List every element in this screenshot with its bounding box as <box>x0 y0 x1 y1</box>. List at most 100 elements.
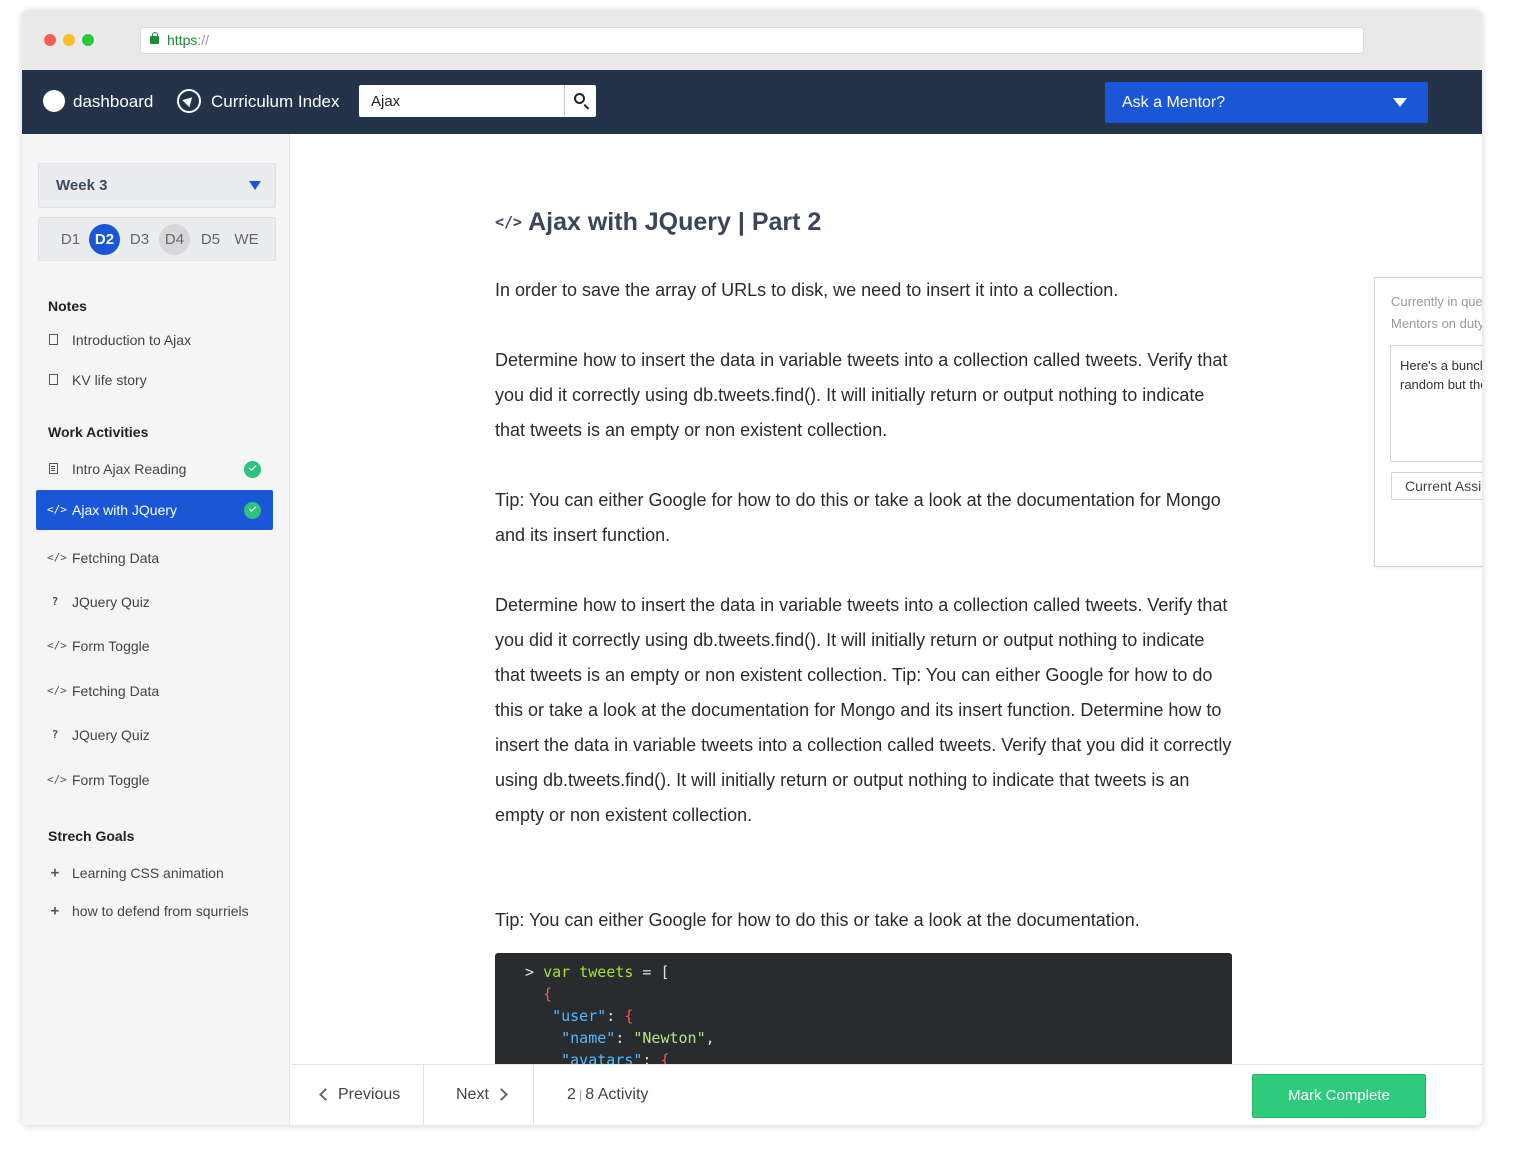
search-button[interactable] <box>564 85 596 117</box>
url-scheme: https <box>167 32 198 48</box>
activity-separator: | <box>578 1087 583 1102</box>
completed-check-icon <box>244 461 261 478</box>
activity-item-form-toggle[interactable]: </> Form Toggle <box>36 629 273 663</box>
code-token: { <box>624 1007 634 1025</box>
code-prompt: > <box>525 963 544 981</box>
next-button[interactable]: Next <box>424 1065 534 1125</box>
activity-current: 2 <box>567 1086 576 1103</box>
day-tab-we[interactable]: WE <box>231 224 262 255</box>
notes-heading: Notes <box>48 298 87 314</box>
compass-icon <box>177 88 201 113</box>
browser-chrome: https:// <box>22 10 1482 70</box>
top-nav: dashboard Curriculum Index Ask a Mentor? <box>22 70 1482 134</box>
lesson-content: </> Ajax with JQuery | Part 2 In order to… <box>291 134 1482 1064</box>
code-token: "avatars" <box>561 1051 643 1064</box>
ask-mentor-label: Ask a Mentor? <box>1122 94 1226 111</box>
maximize-window-button[interactable] <box>82 34 94 46</box>
activity-item-jquery-quiz[interactable]: ? JQuery Quiz <box>36 585 273 619</box>
assignment-select[interactable]: Current Assignment <box>1391 472 1482 500</box>
search-input[interactable] <box>359 85 564 117</box>
question-icon: ? <box>51 728 59 741</box>
day-selector: D1 D2 D3 D4 D5 WE <box>38 217 276 261</box>
lesson-paragraph: Tip: You can either Google for how to do… <box>495 490 1221 545</box>
activity-item-label: Form Toggle <box>72 638 150 654</box>
activity-item-label: Form Toggle <box>72 772 150 788</box>
activity-item-fetching-data[interactable]: </> Fetching Data <box>36 541 273 575</box>
code-token: var tweets <box>543 963 634 981</box>
assignment-select-value: Current Assignment <box>1405 478 1482 494</box>
day-tab-d1[interactable]: D1 <box>55 224 86 255</box>
code-token: "Newton" <box>633 1029 706 1047</box>
nav-curriculum-index[interactable]: Curriculum Index <box>177 70 340 134</box>
code-block: > var tweets = [ { "user": { "name": "Ne… <box>495 953 1232 1064</box>
code-icon: </> <box>47 639 67 652</box>
activity-item-fetching-data[interactable]: </> Fetching Data <box>36 674 273 708</box>
activity-item-form-toggle[interactable]: </> Form Toggle <box>36 763 273 797</box>
day-tab-d2[interactable]: D2 <box>89 224 120 255</box>
stretch-item-learning-css-animation[interactable]: + Learning CSS animation <box>36 856 273 890</box>
lesson-paragraph: Determine how to insert the data in vari… <box>495 595 1232 825</box>
stretch-goals-heading: Strech Goals <box>48 828 135 844</box>
document-icon <box>49 374 58 385</box>
code-icon: </> <box>47 684 67 697</box>
code-icon: </> <box>47 551 67 564</box>
lesson-title-text: Ajax with JQuery | Part 2 <box>528 208 822 236</box>
note-item-label: KV life story <box>72 372 147 388</box>
ask-mentor-dropdown[interactable]: Ask a Mentor? <box>1105 82 1428 123</box>
queue-count: Currently in queue: 4 <box>1391 294 1482 309</box>
nav-dashboard-label: dashboard <box>73 92 154 111</box>
browser-window: https:// dashboard Curriculum Index Ask … <box>22 10 1482 1125</box>
previous-label: Previous <box>338 1086 401 1103</box>
nav-dashboard[interactable]: dashboard <box>43 70 153 134</box>
mark-complete-button[interactable]: Mark Complete <box>1252 1074 1426 1118</box>
code-token: = [ <box>633 963 670 981</box>
search-icon <box>574 93 585 104</box>
lock-icon <box>150 32 159 44</box>
code-token: { <box>660 1051 670 1064</box>
lesson-paragraph: Tip: You can either Google for how to do… <box>495 910 1140 930</box>
document-icon <box>49 334 58 345</box>
previous-button[interactable]: Previous <box>291 1065 424 1125</box>
caret-down-icon <box>1393 98 1407 107</box>
mentors-on-duty: Mentors on duty: 6 <box>1391 316 1482 331</box>
day-tab-d3[interactable]: D3 <box>124 224 155 255</box>
code-icon: </> <box>47 773 67 786</box>
code-token: { <box>543 985 553 1003</box>
week-label: Week 3 <box>56 177 108 194</box>
code-token: "name" <box>561 1029 616 1047</box>
plus-icon: + <box>50 903 60 919</box>
day-tab-d4[interactable]: D4 <box>159 224 190 255</box>
plus-icon: + <box>50 865 60 881</box>
address-bar[interactable]: https:// <box>140 27 1364 54</box>
activity-item-label: JQuery Quiz <box>72 594 150 610</box>
chevron-left-icon <box>319 1088 332 1101</box>
close-window-button[interactable] <box>44 34 56 46</box>
completed-check-icon <box>244 502 261 519</box>
activity-item-label: Fetching Data <box>72 683 160 699</box>
lesson-title: </> Ajax with JQuery | Part 2 <box>495 208 821 237</box>
note-item-kv-life-story[interactable]: KV life story <box>36 363 273 397</box>
activity-item-ajax-with-jquery[interactable]: </> Ajax with JQuery <box>36 490 273 530</box>
nav-curriculum-label: Curriculum Index <box>211 92 340 111</box>
minimize-window-button[interactable] <box>63 34 75 46</box>
activity-total: 8 Activity <box>585 1086 649 1103</box>
activity-item-intro-ajax-reading[interactable]: Intro Ajax Reading <box>36 452 273 486</box>
lesson-paragraph: Determine how to insert the data in vari… <box>495 350 1228 440</box>
week-select[interactable]: Week 3 <box>38 163 276 208</box>
work-activities-heading: Work Activities <box>48 424 149 440</box>
code-token: "user" <box>552 1007 607 1025</box>
activity-item-jquery-quiz[interactable]: ? JQuery Quiz <box>36 718 273 752</box>
url-rest: :// <box>197 32 210 48</box>
activity-progress: 2 | 8 Activity <box>567 1065 648 1125</box>
mentor-message-input[interactable]: Here's a bunch of numbers. They may look… <box>1390 345 1482 462</box>
activity-item-label: JQuery Quiz <box>72 727 150 743</box>
day-tab-d5[interactable]: D5 <box>195 224 226 255</box>
activity-item-label: Fetching Data <box>72 550 160 566</box>
stretch-item-defend-from-squrriels[interactable]: + how to defend from squrriels <box>36 896 273 942</box>
question-icon: ? <box>51 595 59 608</box>
next-label: Next <box>456 1086 489 1103</box>
note-item-introduction-to-ajax[interactable]: Introduction to Ajax <box>36 323 273 357</box>
stretch-item-label: how to defend from squrriels <box>72 903 249 919</box>
note-item-label: Introduction to Ajax <box>72 332 192 348</box>
mentor-request-panel: Currently in queue: 4 Mentors on duty: 6… <box>1374 277 1482 567</box>
